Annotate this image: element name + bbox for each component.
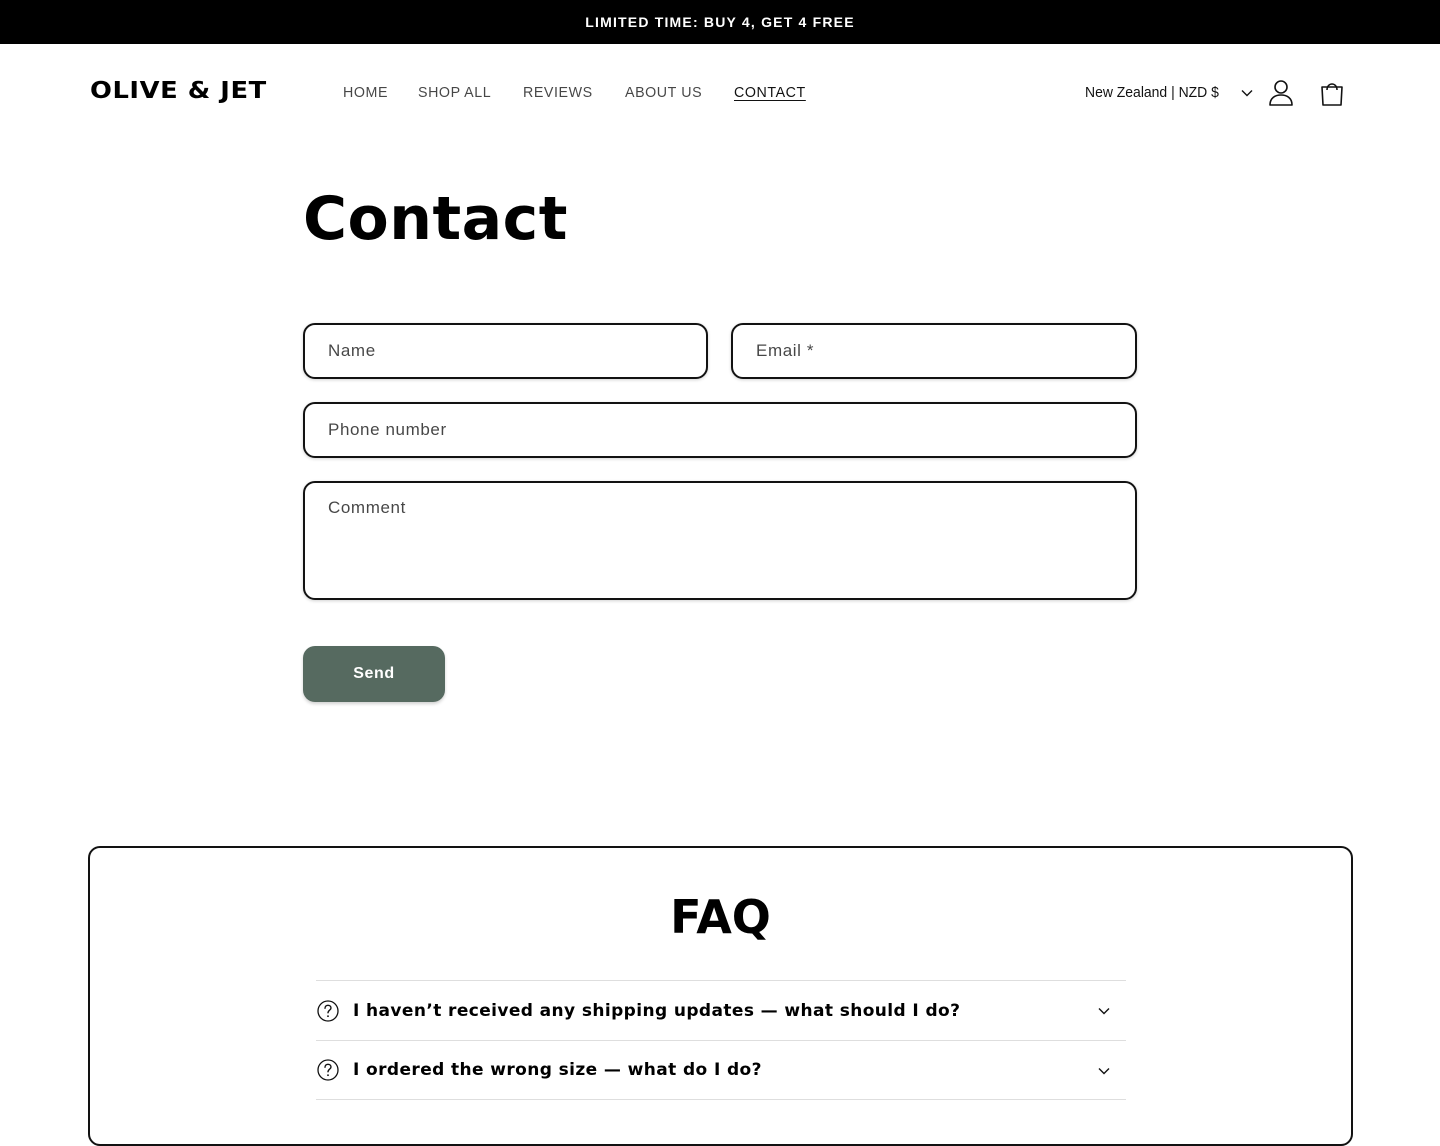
logo[interactable]: OLIVE & JET	[90, 78, 267, 104]
name-input[interactable]	[303, 323, 708, 379]
chevron-down-icon	[1098, 1008, 1110, 1015]
account-button[interactable]	[1266, 78, 1296, 108]
account-icon	[1269, 80, 1293, 106]
nav-item-contact[interactable]: CONTACT	[734, 84, 806, 101]
faq-list: I haven’t received any shipping updates …	[316, 980, 1126, 1100]
faq-title: FAQ	[670, 890, 771, 944]
faq-question: I haven’t received any shipping updates …	[353, 1000, 961, 1021]
chevron-down-icon	[1241, 89, 1253, 96]
nav-item-shop-all[interactable]: SHOP ALL	[418, 84, 491, 101]
site-header: OLIVE & JET HOME SHOP ALL REVIEWS ABOUT …	[0, 44, 1440, 142]
locale-label: New Zealand | NZD $	[1085, 84, 1219, 101]
cart-icon	[1321, 83, 1343, 106]
locale-selector[interactable]: New Zealand | NZD $	[1085, 84, 1253, 101]
email-input[interactable]	[731, 323, 1137, 379]
nav-item-about-us[interactable]: ABOUT US	[625, 84, 702, 101]
faq-section: FAQ I haven’t received any shipping upda…	[88, 846, 1353, 1146]
announcement-bar: LIMITED TIME: BUY 4, GET 4 FREE	[0, 0, 1440, 44]
question-circle-icon	[317, 1059, 339, 1081]
send-button[interactable]: Send	[303, 646, 445, 702]
nav-item-home[interactable]: HOME	[343, 84, 388, 101]
nav-item-reviews[interactable]: REVIEWS	[523, 84, 593, 101]
faq-question: I ordered the wrong size — what do I do?	[353, 1060, 762, 1080]
faq-item[interactable]: I ordered the wrong size — what do I do?	[316, 1040, 1126, 1100]
phone-input[interactable]	[303, 402, 1137, 458]
page-title: Contact	[303, 184, 568, 254]
announcement-text: LIMITED TIME: BUY 4, GET 4 FREE	[585, 14, 855, 30]
comment-textarea[interactable]	[303, 481, 1137, 600]
cart-button[interactable]	[1317, 78, 1347, 108]
question-circle-icon	[317, 999, 339, 1022]
faq-item[interactable]: I haven’t received any shipping updates …	[316, 980, 1126, 1040]
chevron-down-icon	[1098, 1068, 1110, 1075]
main-nav: HOME SHOP ALL REVIEWS ABOUT US CONTACT	[343, 84, 838, 101]
